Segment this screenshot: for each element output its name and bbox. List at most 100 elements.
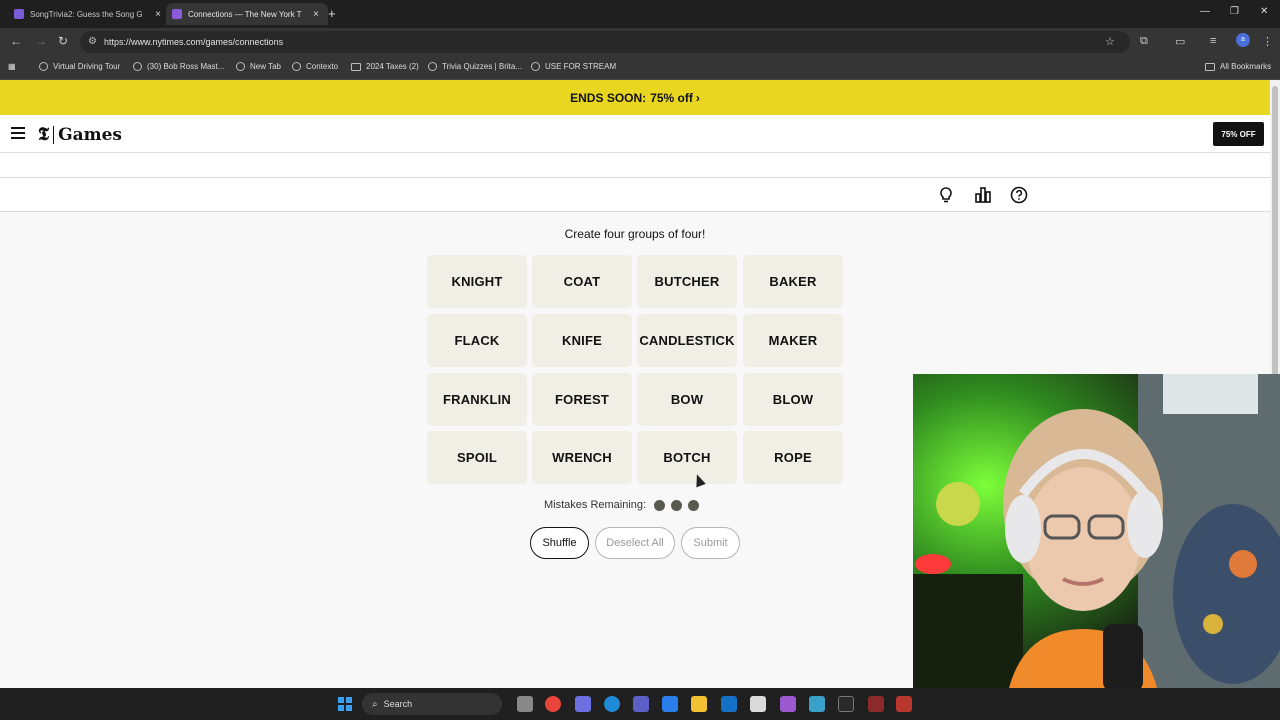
game-toolbar bbox=[0, 178, 1270, 212]
all-bookmarks[interactable]: All Bookmarks bbox=[1205, 62, 1271, 71]
tab-connections[interactable]: Connections — The New York T × bbox=[166, 3, 328, 25]
hint-lightbulb-icon[interactable] bbox=[937, 186, 955, 204]
media-icon[interactable]: ≡ bbox=[1210, 35, 1216, 47]
bookmark-item[interactable]: (30) Bob Ross Mast... bbox=[133, 62, 224, 71]
word-tile[interactable]: BAKER bbox=[743, 255, 843, 308]
bookmark-item[interactable]: USE FOR STREAM bbox=[531, 62, 616, 71]
bookmark-label: Contexto bbox=[306, 62, 339, 71]
songtrivia-favicon-icon bbox=[14, 9, 24, 19]
bookmark-label: New Tab bbox=[250, 62, 281, 71]
bookmark-item[interactable]: New Tab bbox=[236, 62, 281, 71]
bookmark-item[interactable]: Trivia Quizzes | Brita... bbox=[428, 62, 522, 71]
copilot-icon[interactable] bbox=[575, 696, 591, 712]
globe-icon bbox=[428, 62, 437, 71]
word-tile[interactable]: KNIFE bbox=[532, 314, 632, 367]
promo-discount: 75% off bbox=[650, 90, 693, 105]
hamburger-menu-icon[interactable] bbox=[11, 127, 25, 139]
word-tile[interactable]: CANDLESTICK bbox=[637, 314, 737, 367]
word-tile[interactable]: WRENCH bbox=[532, 431, 632, 484]
store-icon[interactable] bbox=[750, 696, 766, 712]
help-question-icon[interactable] bbox=[1010, 186, 1028, 204]
globe-icon bbox=[39, 62, 48, 71]
word-tile[interactable]: BOW bbox=[637, 373, 737, 426]
mistake-dots bbox=[648, 499, 700, 511]
close-tab-icon[interactable]: × bbox=[310, 9, 322, 20]
app-icon[interactable] bbox=[896, 696, 912, 712]
promo-text: ENDS SOON: bbox=[570, 90, 647, 105]
deselect-all-button[interactable]: Deselect All bbox=[595, 527, 675, 559]
app-icon[interactable] bbox=[838, 696, 854, 712]
new-tab-icon[interactable]: + bbox=[328, 6, 336, 21]
logo-divider bbox=[53, 125, 55, 144]
address-bar-row: ← → ↻ ⚙ https://www.nytimes.com/games/co… bbox=[0, 28, 1280, 56]
outlook-icon[interactable] bbox=[721, 696, 737, 712]
url-text: https://www.nytimes.com/games/connection… bbox=[104, 37, 284, 47]
bookmark-star-icon[interactable]: ☆ bbox=[1105, 35, 1115, 48]
photos-icon[interactable] bbox=[662, 696, 678, 712]
apps-grid-icon[interactable]: ▦ bbox=[8, 62, 16, 71]
folder-icon bbox=[351, 62, 361, 71]
webcam-feed-image bbox=[913, 374, 1280, 692]
app-icon[interactable] bbox=[868, 696, 884, 712]
extensions-icon[interactable]: ⧉ bbox=[1140, 35, 1148, 48]
word-tile[interactable]: MAKER bbox=[743, 314, 843, 367]
back-icon[interactable]: ← bbox=[10, 34, 22, 48]
task-view-icon[interactable] bbox=[517, 696, 533, 712]
windows-start-icon[interactable] bbox=[338, 697, 352, 711]
word-tile[interactable]: BUTCHER bbox=[637, 255, 737, 308]
games-wordmark: Games bbox=[58, 124, 122, 145]
restore-icon[interactable]: ❐ bbox=[1230, 6, 1239, 17]
bookmark-item[interactable]: 2024 Taxes (2) bbox=[351, 62, 419, 71]
close-tab-icon[interactable]: × bbox=[152, 9, 164, 20]
word-tile[interactable]: KNIGHT bbox=[427, 255, 527, 308]
tab-songtrivia[interactable]: SongTrivia2: Guess the Song G × bbox=[8, 3, 170, 25]
mistakes-remaining: Mistakes Remaining: bbox=[544, 499, 700, 511]
taskbar-search-label: Search bbox=[383, 699, 413, 709]
profile-avatar[interactable]: a bbox=[1236, 33, 1250, 47]
teams-icon[interactable] bbox=[633, 696, 649, 712]
game-instruction: Create four groups of four! bbox=[564, 227, 706, 241]
promo-banner[interactable]: ENDS SOON: 75% off › bbox=[0, 80, 1270, 115]
word-tile[interactable]: ROPE bbox=[743, 431, 843, 484]
minimize-icon[interactable]: — bbox=[1200, 6, 1210, 17]
tab-title: Connections — The New York T bbox=[188, 9, 302, 19]
menu-kebab-icon[interactable]: ⋮ bbox=[1262, 35, 1273, 48]
word-tile[interactable]: BLOW bbox=[743, 373, 843, 426]
word-tile[interactable]: FOREST bbox=[532, 373, 632, 426]
word-tile[interactable]: SPOIL bbox=[427, 431, 527, 484]
chrome-icon[interactable] bbox=[545, 696, 561, 712]
browser-tab-bar: SongTrivia2: Guess the Song G × Connecti… bbox=[0, 0, 1280, 28]
app-icon[interactable] bbox=[809, 696, 825, 712]
games-header: 𝕿 Games 75% OFF bbox=[0, 115, 1270, 153]
bookmark-item[interactable]: Virtual Driving Tour bbox=[39, 62, 120, 71]
stats-icon[interactable] bbox=[974, 186, 992, 204]
edge-icon[interactable] bbox=[604, 696, 620, 712]
nyt-t-logo: 𝕿 bbox=[38, 124, 50, 145]
word-tile[interactable]: BOTCH bbox=[637, 431, 737, 484]
bookmark-label: 2024 Taxes (2) bbox=[366, 62, 419, 71]
bookmarks-bar: ▦ Virtual Driving Tour (30) Bob Ross Mas… bbox=[0, 56, 1280, 80]
close-window-icon[interactable]: ✕ bbox=[1260, 6, 1268, 17]
site-info-icon[interactable]: ⚙ bbox=[88, 36, 97, 47]
taskbar-search[interactable]: ⌕ Search bbox=[362, 693, 502, 715]
url-field[interactable]: ⚙ https://www.nytimes.com/games/connecti… bbox=[80, 31, 1130, 53]
nyt-games-logo[interactable]: 𝕿 Games bbox=[38, 124, 122, 145]
shuffle-button[interactable]: Shuffle bbox=[530, 527, 589, 559]
globe-icon bbox=[133, 62, 142, 71]
subscribe-button[interactable]: 75% OFF bbox=[1213, 122, 1264, 146]
globe-icon bbox=[236, 62, 245, 71]
bookmark-item[interactable]: Contexto bbox=[292, 62, 338, 71]
file-explorer-icon[interactable] bbox=[691, 696, 707, 712]
webcam-overlay bbox=[913, 374, 1280, 692]
word-tile[interactable]: FLACK bbox=[427, 314, 527, 367]
reload-icon[interactable]: ↻ bbox=[58, 34, 68, 48]
sub-header-bar bbox=[0, 153, 1270, 178]
submit-button[interactable]: Submit bbox=[681, 527, 740, 559]
mistakes-label: Mistakes Remaining: bbox=[544, 499, 647, 511]
app-icon[interactable] bbox=[780, 696, 796, 712]
word-tile[interactable]: FRANKLIN bbox=[427, 373, 527, 426]
cast-icon[interactable]: ▭ bbox=[1175, 35, 1185, 48]
globe-icon bbox=[292, 62, 301, 71]
forward-icon[interactable]: → bbox=[35, 34, 47, 48]
word-tile[interactable]: COAT bbox=[532, 255, 632, 308]
